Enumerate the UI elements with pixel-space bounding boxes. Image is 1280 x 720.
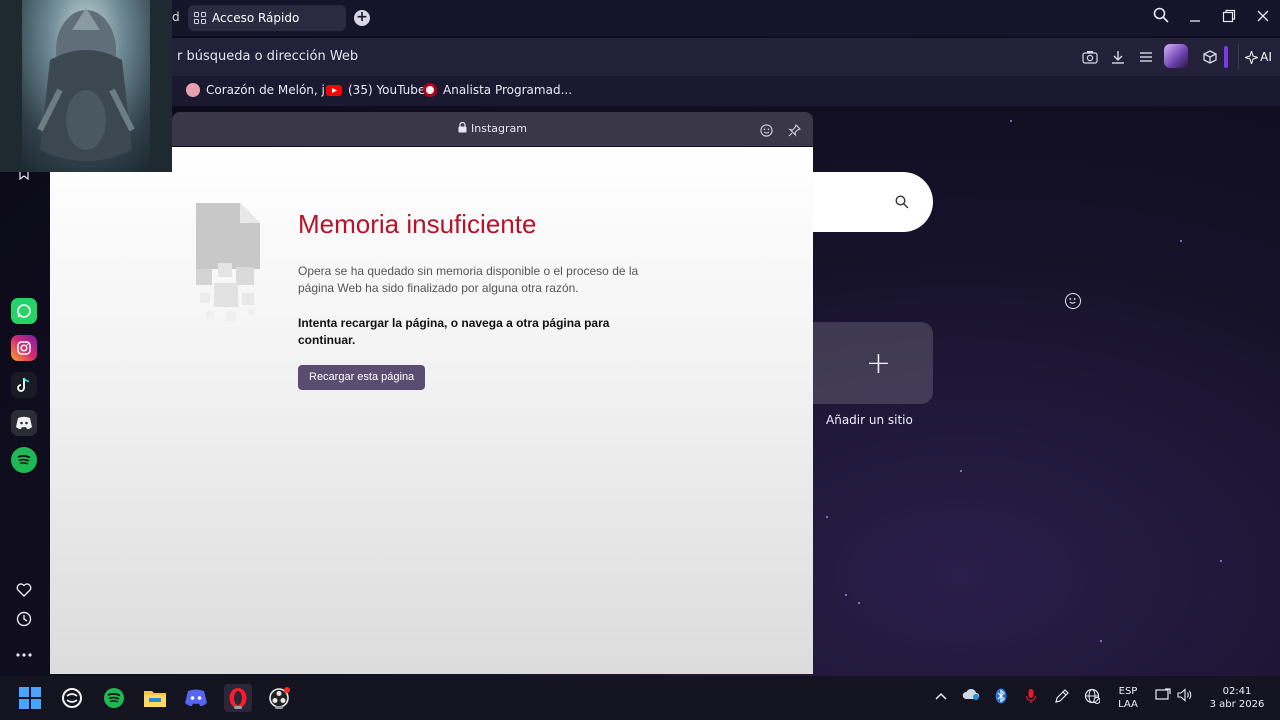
microphone-icon[interactable]	[1022, 688, 1040, 706]
star	[1100, 640, 1102, 642]
spotify-icon[interactable]	[11, 447, 37, 473]
star	[1180, 240, 1182, 242]
ai-label: AI	[1260, 50, 1272, 64]
chevron-up-icon[interactable]	[932, 688, 950, 706]
instagram-sidebar-panel: Instagram Memoria insuficiente Opera se …	[50, 112, 813, 674]
layout-code: LAA	[1118, 699, 1138, 710]
error-instruction: Intenta recargar la página, o navega a o…	[298, 316, 610, 347]
language-code: ESP	[1118, 686, 1138, 697]
opera-taskbar-icon[interactable]	[224, 684, 252, 712]
bookmark-label: (35) YouTube	[348, 83, 426, 97]
instagram-icon[interactable]	[11, 335, 37, 361]
analista-icon	[423, 83, 437, 97]
pen-icon[interactable]	[1053, 688, 1071, 706]
speed-dial-search-box[interactable]	[812, 172, 933, 232]
volume-icon[interactable]	[1176, 688, 1194, 706]
discord-icon[interactable]	[11, 410, 37, 436]
windows-taskbar: ESP LAA 02:41 3 abr 2026	[0, 676, 1280, 720]
onedrive-cloud-icon[interactable]	[962, 688, 980, 706]
panel-smiley-icon[interactable]	[760, 122, 773, 141]
new-tab-button[interactable]: +	[354, 10, 370, 26]
smiley-icon[interactable]	[1065, 293, 1081, 309]
panel-header: Instagram	[172, 112, 813, 146]
clock-date: 3 abr 2026	[1209, 699, 1265, 710]
bookmark-label: Analista Programad...	[443, 83, 573, 97]
minimize-icon[interactable]	[1183, 6, 1207, 30]
active-indicator	[275, 706, 283, 709]
clock-time: 02:41	[1222, 686, 1252, 697]
broken-page-icon	[196, 203, 260, 321]
panel-title-text: Instagram	[471, 122, 527, 135]
sparkle-icon	[1245, 50, 1259, 64]
aria-ai-button[interactable]: AI	[1238, 44, 1278, 70]
whatsapp-icon[interactable]	[11, 298, 37, 324]
search-tabs-icon[interactable]	[1149, 6, 1173, 30]
tab-fragment-label[interactable]: d	[172, 10, 180, 24]
error-title: Memoria insuficiente	[298, 209, 537, 239]
network-globe-icon[interactable]	[1083, 688, 1101, 706]
obs-studio-icon[interactable]	[265, 684, 293, 712]
error-page: Memoria insuficiente Opera se ha quedado…	[50, 147, 813, 674]
speed-dial-grid-icon	[194, 12, 206, 24]
windows-start-icon[interactable]	[16, 684, 44, 712]
discord-taskbar-icon[interactable]	[182, 684, 210, 712]
bookmark-corazon-de-melon[interactable]: Corazón de Melón, j...	[186, 83, 336, 97]
youtube-icon	[326, 84, 342, 96]
bookmark-youtube[interactable]: (35) YouTube	[326, 83, 425, 97]
download-icon[interactable]	[1108, 47, 1128, 67]
restore-icon[interactable]	[1217, 6, 1241, 30]
extensions-cube-icon[interactable]	[1200, 47, 1220, 67]
tab-label: Acceso Rápido	[212, 11, 300, 25]
more-options-icon[interactable]	[13, 641, 35, 663]
profile-avatar[interactable]	[1164, 44, 1188, 68]
history-clock-icon[interactable]	[13, 611, 35, 633]
panel-title: Instagram	[172, 121, 813, 135]
camera-icon[interactable]	[1080, 47, 1100, 67]
star	[858, 602, 860, 604]
close-icon[interactable]	[1251, 6, 1275, 30]
star	[845, 594, 847, 596]
file-explorer-icon[interactable]	[141, 684, 169, 712]
lock-icon	[458, 121, 467, 133]
star	[960, 470, 962, 472]
openai-chatgpt-icon[interactable]	[58, 684, 86, 712]
bookmark-label: Corazón de Melón, j...	[206, 83, 337, 97]
clock[interactable]: 02:41 3 abr 2026	[1202, 685, 1272, 711]
webcam-overlay	[0, 0, 172, 172]
error-description: Opera se ha quedado sin memoria disponib…	[298, 264, 639, 295]
reload-page-button[interactable]: Recargar esta página	[298, 365, 426, 390]
accent-bar	[1224, 46, 1228, 68]
star	[826, 516, 828, 518]
tab-bar: d Acceso Rápido +	[0, 0, 1280, 36]
cake-icon	[186, 83, 200, 97]
bluetooth-icon[interactable]	[992, 688, 1010, 706]
address-bar: r búsqueda o dirección Web AI	[0, 38, 1280, 76]
heart-icon[interactable]	[13, 581, 35, 603]
active-indicator	[234, 706, 242, 709]
search-icon	[895, 195, 909, 209]
easy-setup-menu-icon[interactable]	[1136, 47, 1156, 67]
address-input[interactable]: r búsqueda o dirección Web	[177, 49, 358, 64]
display-project-icon[interactable]	[1154, 688, 1172, 706]
add-site-tile[interactable]: +	[812, 322, 933, 404]
tiktok-icon[interactable]	[11, 372, 37, 398]
star	[1010, 120, 1012, 122]
bookmark-analista-programador[interactable]: Analista Programad...	[423, 83, 572, 97]
keyboard-language[interactable]: ESP LAA	[1112, 685, 1144, 711]
tab-acceso-rapido[interactable]: Acceso Rápido	[188, 5, 346, 31]
star	[1220, 560, 1222, 562]
add-site-label[interactable]: Añadir un sitio	[826, 413, 913, 427]
werewolf-illustration	[0, 0, 172, 172]
spotify-taskbar-icon[interactable]	[100, 684, 128, 712]
opera-sidebar	[0, 106, 48, 674]
pin-icon[interactable]	[788, 122, 801, 141]
bookmarks-bar: Corazón de Melón, j... (35) YouTube Anal…	[0, 76, 1280, 106]
